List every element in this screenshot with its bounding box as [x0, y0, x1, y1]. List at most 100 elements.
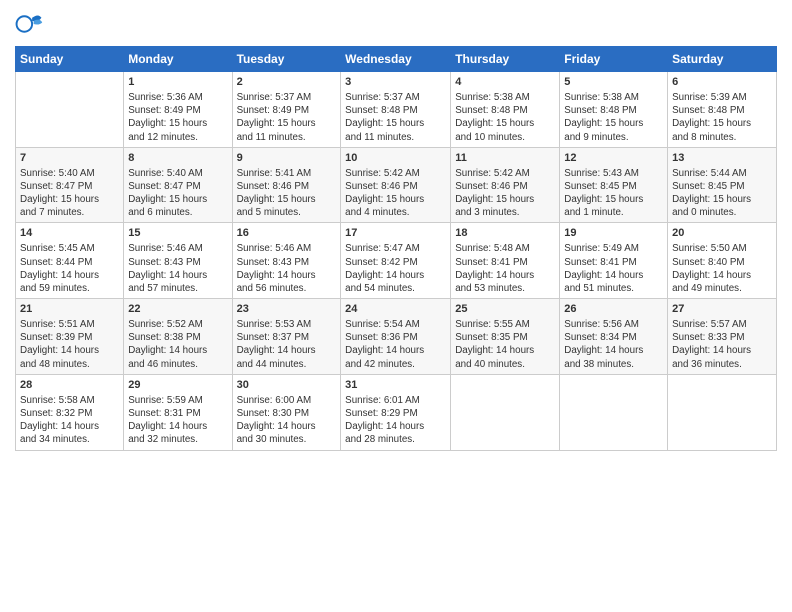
calendar-cell: 31Sunrise: 6:01 AMSunset: 8:29 PMDayligh… [341, 374, 451, 450]
header-friday: Friday [560, 47, 668, 72]
day-number: 29 [128, 378, 227, 393]
calendar-cell: 25Sunrise: 5:55 AMSunset: 8:35 PMDayligh… [451, 299, 560, 375]
day-info: Sunrise: 5:58 AMSunset: 8:32 PMDaylight:… [20, 394, 119, 447]
calendar-cell: 17Sunrise: 5:47 AMSunset: 8:42 PMDayligh… [341, 223, 451, 299]
calendar-cell: 12Sunrise: 5:43 AMSunset: 8:45 PMDayligh… [560, 147, 668, 223]
calendar-cell: 16Sunrise: 5:46 AMSunset: 8:43 PMDayligh… [232, 223, 341, 299]
day-info: Sunrise: 5:49 AMSunset: 8:41 PMDaylight:… [564, 242, 663, 295]
day-number: 24 [345, 302, 446, 317]
header-wednesday: Wednesday [341, 47, 451, 72]
header-thursday: Thursday [451, 47, 560, 72]
day-info: Sunrise: 5:46 AMSunset: 8:43 PMDaylight:… [237, 242, 337, 295]
calendar-cell: 10Sunrise: 5:42 AMSunset: 8:46 PMDayligh… [341, 147, 451, 223]
day-number: 12 [564, 151, 663, 166]
header-saturday: Saturday [668, 47, 777, 72]
calendar-cell: 14Sunrise: 5:45 AMSunset: 8:44 PMDayligh… [16, 223, 124, 299]
day-number: 23 [237, 302, 337, 317]
day-info: Sunrise: 5:38 AMSunset: 8:48 PMDaylight:… [455, 91, 555, 144]
calendar-cell: 29Sunrise: 5:59 AMSunset: 8:31 PMDayligh… [124, 374, 232, 450]
day-info: Sunrise: 5:42 AMSunset: 8:46 PMDaylight:… [345, 167, 446, 220]
day-info: Sunrise: 5:46 AMSunset: 8:43 PMDaylight:… [128, 242, 227, 295]
day-info: Sunrise: 5:52 AMSunset: 8:38 PMDaylight:… [128, 318, 227, 371]
day-info: Sunrise: 5:40 AMSunset: 8:47 PMDaylight:… [128, 167, 227, 220]
day-info: Sunrise: 5:40 AMSunset: 8:47 PMDaylight:… [20, 167, 119, 220]
week-row-4: 21Sunrise: 5:51 AMSunset: 8:39 PMDayligh… [16, 299, 777, 375]
calendar-cell: 5Sunrise: 5:38 AMSunset: 8:48 PMDaylight… [560, 72, 668, 148]
calendar-cell [16, 72, 124, 148]
day-number: 30 [237, 378, 337, 393]
calendar-cell: 11Sunrise: 5:42 AMSunset: 8:46 PMDayligh… [451, 147, 560, 223]
day-number: 28 [20, 378, 119, 393]
calendar-cell: 13Sunrise: 5:44 AMSunset: 8:45 PMDayligh… [668, 147, 777, 223]
day-number: 1 [128, 75, 227, 90]
calendar-table: SundayMondayTuesdayWednesdayThursdayFrid… [15, 46, 777, 451]
day-info: Sunrise: 5:57 AMSunset: 8:33 PMDaylight:… [672, 318, 772, 371]
calendar-cell: 7Sunrise: 5:40 AMSunset: 8:47 PMDaylight… [16, 147, 124, 223]
day-number: 26 [564, 302, 663, 317]
day-number: 19 [564, 226, 663, 241]
day-info: Sunrise: 5:38 AMSunset: 8:48 PMDaylight:… [564, 91, 663, 144]
day-info: Sunrise: 5:41 AMSunset: 8:46 PMDaylight:… [237, 167, 337, 220]
calendar-cell: 28Sunrise: 5:58 AMSunset: 8:32 PMDayligh… [16, 374, 124, 450]
calendar-cell: 22Sunrise: 5:52 AMSunset: 8:38 PMDayligh… [124, 299, 232, 375]
day-info: Sunrise: 5:39 AMSunset: 8:48 PMDaylight:… [672, 91, 772, 144]
day-number: 14 [20, 226, 119, 241]
day-number: 16 [237, 226, 337, 241]
calendar-cell: 4Sunrise: 5:38 AMSunset: 8:48 PMDaylight… [451, 72, 560, 148]
header-monday: Monday [124, 47, 232, 72]
calendar-header-row: SundayMondayTuesdayWednesdayThursdayFrid… [16, 47, 777, 72]
day-number: 21 [20, 302, 119, 317]
calendar-cell: 8Sunrise: 5:40 AMSunset: 8:47 PMDaylight… [124, 147, 232, 223]
logo [15, 10, 47, 38]
day-info: Sunrise: 5:51 AMSunset: 8:39 PMDaylight:… [20, 318, 119, 371]
calendar-cell: 19Sunrise: 5:49 AMSunset: 8:41 PMDayligh… [560, 223, 668, 299]
day-number: 9 [237, 151, 337, 166]
day-info: Sunrise: 5:42 AMSunset: 8:46 PMDaylight:… [455, 167, 555, 220]
calendar-cell: 2Sunrise: 5:37 AMSunset: 8:49 PMDaylight… [232, 72, 341, 148]
day-info: Sunrise: 5:36 AMSunset: 8:49 PMDaylight:… [128, 91, 227, 144]
calendar-cell [451, 374, 560, 450]
day-number: 17 [345, 226, 446, 241]
day-number: 4 [455, 75, 555, 90]
week-row-5: 28Sunrise: 5:58 AMSunset: 8:32 PMDayligh… [16, 374, 777, 450]
header-tuesday: Tuesday [232, 47, 341, 72]
calendar-cell: 23Sunrise: 5:53 AMSunset: 8:37 PMDayligh… [232, 299, 341, 375]
calendar-cell [668, 374, 777, 450]
day-info: Sunrise: 5:43 AMSunset: 8:45 PMDaylight:… [564, 167, 663, 220]
day-number: 15 [128, 226, 227, 241]
calendar-cell: 27Sunrise: 5:57 AMSunset: 8:33 PMDayligh… [668, 299, 777, 375]
calendar-cell: 24Sunrise: 5:54 AMSunset: 8:36 PMDayligh… [341, 299, 451, 375]
calendar-cell: 6Sunrise: 5:39 AMSunset: 8:48 PMDaylight… [668, 72, 777, 148]
calendar-cell: 15Sunrise: 5:46 AMSunset: 8:43 PMDayligh… [124, 223, 232, 299]
day-info: Sunrise: 5:44 AMSunset: 8:45 PMDaylight:… [672, 167, 772, 220]
calendar-cell: 18Sunrise: 5:48 AMSunset: 8:41 PMDayligh… [451, 223, 560, 299]
day-info: Sunrise: 6:01 AMSunset: 8:29 PMDaylight:… [345, 394, 446, 447]
day-info: Sunrise: 5:48 AMSunset: 8:41 PMDaylight:… [455, 242, 555, 295]
day-info: Sunrise: 5:50 AMSunset: 8:40 PMDaylight:… [672, 242, 772, 295]
calendar-cell: 9Sunrise: 5:41 AMSunset: 8:46 PMDaylight… [232, 147, 341, 223]
day-number: 25 [455, 302, 555, 317]
day-number: 10 [345, 151, 446, 166]
day-info: Sunrise: 5:37 AMSunset: 8:48 PMDaylight:… [345, 91, 446, 144]
day-number: 13 [672, 151, 772, 166]
day-info: Sunrise: 5:55 AMSunset: 8:35 PMDaylight:… [455, 318, 555, 371]
day-number: 3 [345, 75, 446, 90]
day-number: 6 [672, 75, 772, 90]
week-row-3: 14Sunrise: 5:45 AMSunset: 8:44 PMDayligh… [16, 223, 777, 299]
calendar-cell [560, 374, 668, 450]
day-number: 31 [345, 378, 446, 393]
day-number: 20 [672, 226, 772, 241]
calendar-cell: 26Sunrise: 5:56 AMSunset: 8:34 PMDayligh… [560, 299, 668, 375]
day-number: 8 [128, 151, 227, 166]
calendar-cell: 1Sunrise: 5:36 AMSunset: 8:49 PMDaylight… [124, 72, 232, 148]
calendar-cell: 21Sunrise: 5:51 AMSunset: 8:39 PMDayligh… [16, 299, 124, 375]
day-info: Sunrise: 5:54 AMSunset: 8:36 PMDaylight:… [345, 318, 446, 371]
day-number: 22 [128, 302, 227, 317]
calendar-cell: 30Sunrise: 6:00 AMSunset: 8:30 PMDayligh… [232, 374, 341, 450]
day-number: 5 [564, 75, 663, 90]
day-info: Sunrise: 5:53 AMSunset: 8:37 PMDaylight:… [237, 318, 337, 371]
day-info: Sunrise: 5:59 AMSunset: 8:31 PMDaylight:… [128, 394, 227, 447]
week-row-2: 7Sunrise: 5:40 AMSunset: 8:47 PMDaylight… [16, 147, 777, 223]
calendar-cell: 20Sunrise: 5:50 AMSunset: 8:40 PMDayligh… [668, 223, 777, 299]
day-number: 11 [455, 151, 555, 166]
